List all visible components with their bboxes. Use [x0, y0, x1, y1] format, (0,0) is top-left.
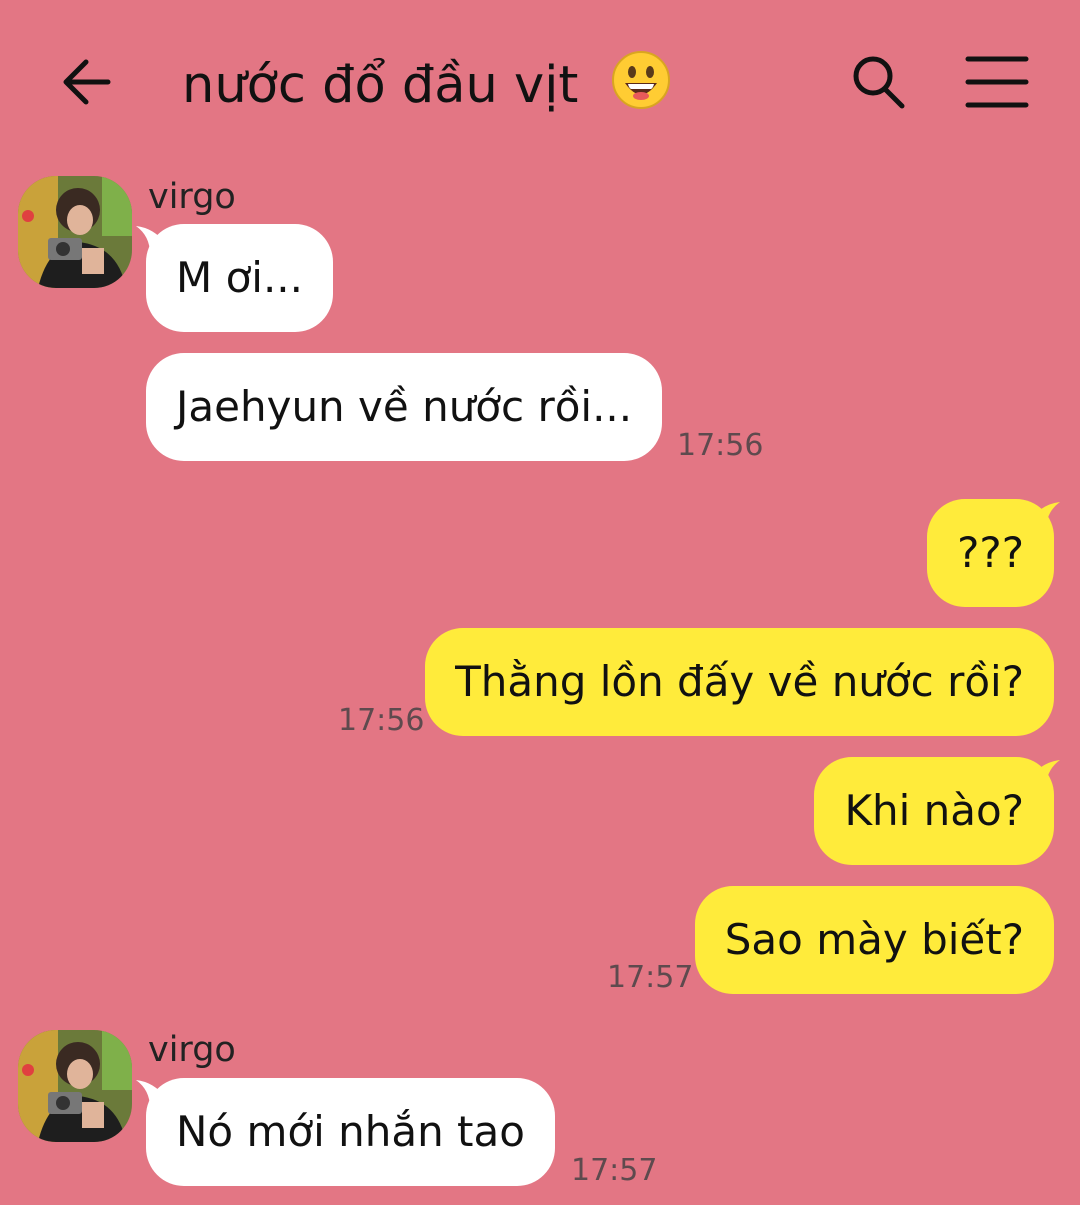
outgoing-message-bubble[interactable]: Khi nào? — [814, 757, 1054, 865]
avatar[interactable] — [18, 1030, 132, 1142]
hamburger-menu-icon[interactable] — [964, 54, 1030, 110]
incoming-message-bubble[interactable]: M ơi... — [146, 224, 334, 332]
chat-title-text: nước đổ đầu vịt — [182, 56, 579, 115]
grinning-face-emoji-icon — [611, 50, 671, 126]
message-timestamp: 17:57 — [571, 1153, 658, 1188]
incoming-message-bubble[interactable]: Nó mới nhắn tao — [146, 1078, 555, 1186]
message-timestamp: 17:56 — [677, 428, 764, 463]
outgoing-message-bubble[interactable]: ??? — [927, 499, 1054, 607]
outgoing-message-bubble[interactable]: Thằng lồn đấy về nước rồi? — [425, 628, 1054, 736]
sender-name: virgo — [148, 177, 236, 217]
message-timestamp: 17:56 — [338, 703, 425, 738]
search-icon[interactable] — [848, 52, 908, 112]
incoming-message-bubble[interactable]: Jaehyun về nước rồi... — [146, 353, 663, 461]
avatar[interactable] — [18, 176, 132, 288]
chat-header: nước đổ đầu vịt — [0, 0, 1080, 165]
sender-name: virgo — [148, 1030, 236, 1070]
message-timestamp: 17:57 — [607, 960, 694, 995]
chat-title: nước đổ đầu vịt — [182, 50, 671, 126]
outgoing-message-bubble[interactable]: Sao mày biết? — [694, 886, 1054, 994]
back-arrow-icon[interactable] — [58, 52, 118, 112]
